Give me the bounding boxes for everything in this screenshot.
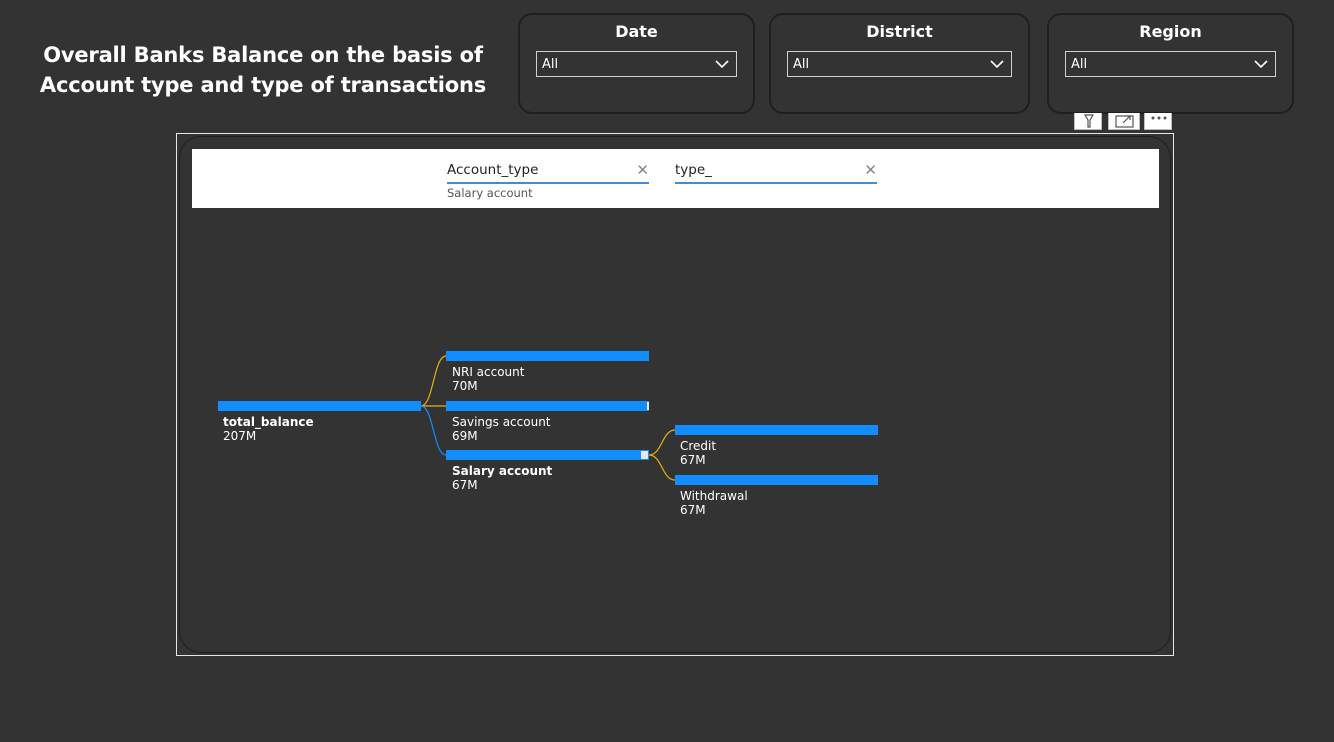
tree-canvas xyxy=(218,351,878,485)
node-value: 69M xyxy=(452,429,478,443)
node-bar[interactable] xyxy=(675,425,878,435)
node-bar[interactable] xyxy=(446,351,649,361)
node-value: 70M xyxy=(452,379,478,393)
node-value: 207M xyxy=(223,429,257,443)
connector-line xyxy=(420,405,447,456)
node-name: NRI account xyxy=(452,365,525,379)
level1-node-label: Salary account 67M xyxy=(452,464,552,492)
level2-node-label: Withdrawal 67M xyxy=(680,489,748,517)
node-name: Credit xyxy=(680,439,717,453)
connector-line xyxy=(648,429,676,456)
node-name: Savings account xyxy=(452,415,551,429)
node-bar[interactable] xyxy=(446,450,649,460)
node-bar[interactable] xyxy=(675,475,878,485)
level2-node-label: Credit 67M xyxy=(680,439,716,467)
node-value: 67M xyxy=(680,503,706,517)
connector-line xyxy=(420,355,447,407)
node-value: 67M xyxy=(452,478,478,492)
level1-node-label: NRI account 70M xyxy=(452,365,524,393)
node-name: Withdrawal xyxy=(680,489,748,503)
expand-button[interactable] xyxy=(647,402,649,410)
node-name: total_balance xyxy=(223,415,314,429)
connector-line xyxy=(648,454,676,481)
node-bar[interactable] xyxy=(446,401,649,411)
root-node-label: total_balance 207M xyxy=(223,415,314,443)
node-value: 67M xyxy=(680,453,706,467)
level1-node-label: Savings account 69M xyxy=(452,415,551,443)
node-name: Salary account xyxy=(452,464,553,478)
root-bar[interactable] xyxy=(218,401,421,411)
expand-button[interactable] xyxy=(641,451,648,459)
